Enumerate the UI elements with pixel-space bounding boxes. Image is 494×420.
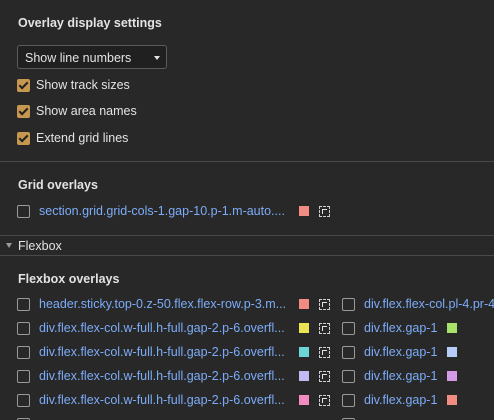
extend-grid-lines-checkbox[interactable]	[17, 131, 30, 145]
flex-overlay-color-swatch[interactable]	[299, 323, 309, 333]
show-track-sizes-checkbox[interactable]	[17, 78, 30, 92]
reveal-element-icon[interactable]	[319, 394, 330, 406]
flexbox-overlays-heading: Flexbox overlays	[18, 272, 120, 286]
flex-overlay-label[interactable]: div.flex.gap-1	[364, 369, 439, 383]
flex-overlay-label[interactable]: header.sticky.top-0.z-50.flex.flex-row.p…	[39, 297, 286, 311]
grid-overlay-item[interactable]: section.grid.grid-cols-1.gap-10.p-1.m-au…	[17, 203, 330, 219]
flex-overlay-label[interactable]: div.flex.flex-col.w-full.h-full.gap-2.p-…	[39, 321, 286, 335]
show-track-sizes-label: Show track sizes	[36, 78, 130, 92]
flex-overlay-item[interactable]: div.flex.flex-col.pl-4.pr-4	[342, 296, 494, 312]
flex-overlay-label[interactable]: div.flex.flex-col.w-full.h-full.gap-2.p-…	[39, 393, 286, 407]
flex-overlay-color-swatch[interactable]	[299, 371, 309, 381]
flex-overlay-label[interactable]: div.flex.gap-1	[364, 345, 439, 359]
grid-overlay-label[interactable]: section.grid.grid-cols-1.gap-10.p-1.m-au…	[39, 204, 286, 218]
flex-overlay-item[interactable]: div.flex.flex-col.w-full.h-full.gap-2.p-…	[17, 368, 330, 384]
flex-overlay-item[interactable]: div.flex.flex-col.w-full.h-full.gap-2.p-…	[17, 344, 330, 360]
flex-overlay-label[interactable]: div.flex.flex-col.pl-4.pr-4	[364, 297, 494, 311]
flex-overlay-checkbox[interactable]	[17, 345, 30, 359]
flex-overlay-item[interactable]: header.sticky.top-0.z-50.flex.flex-row.p…	[17, 296, 330, 312]
flex-overlay-item[interactable]: div.flex.flex-col.w-full.h-full.gap-2.p-…	[17, 392, 330, 408]
show-area-names-label: Show area names	[36, 104, 137, 118]
flex-overlay-checkbox[interactable]	[17, 393, 30, 407]
flex-overlay-item[interactable]: div.flex.gap-1	[342, 344, 457, 360]
reveal-element-icon[interactable]	[319, 205, 330, 217]
extend-grid-lines-label: Extend grid lines	[36, 131, 129, 145]
show-area-names-row[interactable]: Show area names	[17, 103, 137, 119]
flex-overlay-checkbox[interactable]	[342, 369, 355, 383]
show-area-names-checkbox[interactable]	[17, 104, 30, 118]
flex-overlay-checkbox[interactable]	[17, 321, 30, 335]
section-divider	[0, 255, 494, 256]
overlay-settings-heading: Overlay display settings	[18, 16, 162, 30]
flexbox-section-header[interactable]: Flexbox	[0, 235, 494, 255]
flex-overlay-checkbox[interactable]	[342, 321, 355, 335]
flex-overlay-label[interactable]: div.flex.flex-col.w-full.h-full.gap-2.p-…	[39, 369, 286, 383]
flex-overlay-item[interactable]: div.flex.flex-col.w-full.h-full.gap-2.p-…	[17, 320, 330, 336]
flex-overlay-checkbox[interactable]	[17, 297, 30, 311]
flex-overlay-checkbox[interactable]	[17, 369, 30, 383]
flex-overlay-checkbox[interactable]	[342, 393, 355, 407]
flex-overlay-label[interactable]: div.flex.gap-1	[364, 321, 439, 335]
flexbox-section-label: Flexbox	[18, 239, 62, 253]
flex-overlay-item[interactable]: div.flex.gap-1	[342, 392, 457, 408]
grid-overlay-color-swatch[interactable]	[299, 206, 309, 216]
flex-overlay-checkbox[interactable]	[342, 297, 355, 311]
reveal-element-icon[interactable]	[319, 346, 330, 358]
reveal-element-icon[interactable]	[319, 370, 330, 382]
flex-overlay-color-swatch[interactable]	[447, 395, 457, 405]
flex-overlay-color-swatch[interactable]	[447, 371, 457, 381]
grid-overlays-heading: Grid overlays	[18, 178, 98, 192]
flex-overlay-label[interactable]: div.flex.gap-1	[364, 393, 439, 407]
flex-overlay-label[interactable]: div.flex.flex-col.w-full.h-full.gap-2.p-…	[39, 345, 286, 359]
flex-overlay-item[interactable]: div.flex.gap-1	[342, 368, 457, 384]
reveal-element-icon[interactable]	[319, 298, 330, 310]
extend-grid-lines-row[interactable]: Extend grid lines	[17, 130, 128, 146]
flex-overlay-item[interactable]: div.flex.gap-1	[342, 320, 457, 336]
triangle-down-icon	[6, 243, 12, 248]
flex-overlay-color-swatch[interactable]	[447, 323, 457, 333]
flex-overlay-color-swatch[interactable]	[299, 299, 309, 309]
line-numbers-select[interactable]: Show line numbers	[17, 45, 167, 69]
select-value: Show line numbers	[25, 51, 132, 65]
flex-overlay-checkbox[interactable]	[342, 345, 355, 359]
flex-overlay-color-swatch[interactable]	[299, 347, 309, 357]
flex-overlay-color-swatch[interactable]	[299, 395, 309, 405]
grid-overlay-checkbox[interactable]	[17, 204, 30, 218]
overlay-settings-section: Overlay display settings Show line numbe…	[0, 0, 494, 161]
flex-overlay-item[interactable]	[342, 416, 355, 420]
section-divider	[0, 161, 494, 162]
flex-overlay-color-swatch[interactable]	[447, 347, 457, 357]
reveal-element-icon[interactable]	[319, 322, 330, 334]
flex-overlay-item[interactable]	[17, 416, 30, 420]
chevron-down-icon	[154, 56, 160, 60]
show-track-sizes-row[interactable]: Show track sizes	[17, 77, 130, 93]
